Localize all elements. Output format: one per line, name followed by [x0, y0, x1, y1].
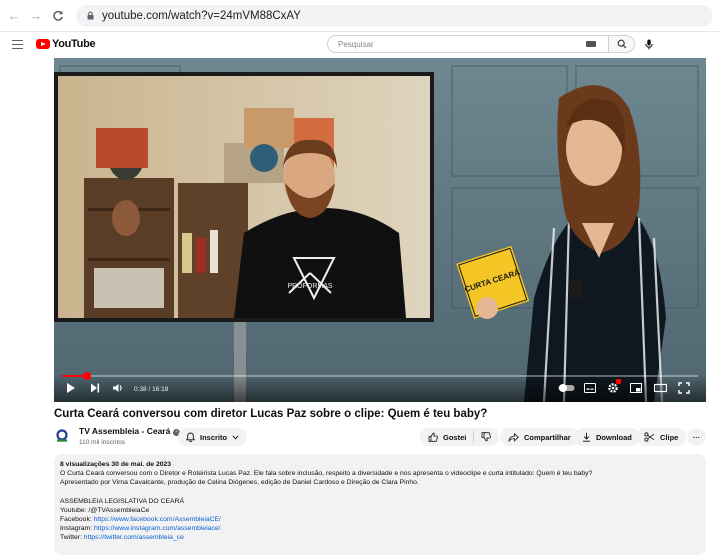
search-input[interactable]: Pesquisar — [327, 35, 609, 53]
share-label: Compartilhar — [524, 432, 571, 442]
autoplay-toggle[interactable] — [558, 382, 576, 394]
description-line: Apresentado por Virna Cavalcante, produç… — [60, 479, 419, 487]
social-link-label: Facebook: — [60, 516, 94, 524]
share-icon — [508, 432, 519, 442]
like-divider — [473, 431, 475, 443]
youtube-handle: /@TVAssembleiaCe — [88, 506, 150, 514]
volume-button[interactable] — [112, 382, 124, 394]
address-bar[interactable]: youtube.com/watch?v=24mVM88CxAY — [76, 4, 713, 27]
time-display: 0:38 / 16:18 — [134, 386, 169, 393]
search-button[interactable] — [609, 35, 635, 53]
description-line: O Curta Ceará conversou com o Diretor e … — [60, 470, 593, 478]
twitter-link[interactable]: https://twitter.com/assembleia_ce — [84, 534, 184, 541]
theater-mode-button[interactable] — [654, 382, 667, 394]
download-label: Download — [596, 432, 632, 442]
share-button[interactable]: Compartilhar — [500, 428, 579, 446]
facebook-link[interactable]: https://www.facebook.com/AssembleiaCE/ — [94, 516, 221, 523]
subscribed-button[interactable]: Inscrito — [178, 428, 248, 446]
next-icon — [91, 383, 100, 393]
channel-name[interactable]: TV Assembleia - Ceará ✓ — [79, 426, 181, 436]
social-link-row: Youtube: /@TVAssembleiaCe — [60, 506, 700, 515]
forward-arrow-icon[interactable]: → — [28, 8, 44, 24]
download-icon — [583, 432, 590, 442]
subscriber-count: 110 mil inscritos — [79, 439, 126, 446]
dislike-button[interactable] — [481, 432, 492, 442]
youtube-logo[interactable]: YouTube — [36, 38, 96, 50]
autoplay-icon — [558, 384, 575, 392]
menu-icon[interactable] — [12, 40, 23, 49]
like-button[interactable]: Gostei — [428, 432, 466, 442]
voice-search-button[interactable] — [641, 36, 657, 52]
shirt-text: PROFORMAS — [287, 283, 332, 290]
player-controls: 0:38 / 16:18 — [54, 372, 706, 402]
youtube-play-icon — [36, 39, 50, 49]
channel-avatar[interactable] — [54, 428, 70, 444]
miniplayer-icon — [630, 383, 642, 393]
channel-logo-icon — [56, 429, 68, 442]
instagram-link[interactable]: https://www.instagram.com/assembleiace/ — [94, 525, 221, 532]
video-player[interactable]: PROFORMAS CURTA CEARÁ 0:38 / 16:18 — [54, 58, 706, 402]
social-link-row: Instagram: https://www.instagram.com/ass… — [60, 524, 700, 533]
more-icon: ··· — [692, 432, 701, 442]
bell-icon — [186, 432, 195, 442]
hd-badge — [616, 379, 621, 384]
download-button[interactable]: Download — [574, 428, 640, 446]
more-actions-button[interactable]: ··· — [687, 428, 706, 446]
social-link-label: Twitter: — [60, 534, 84, 542]
lock-icon — [87, 11, 94, 20]
social-link-row: Twitter: https://twitter.com/assembleia_… — [60, 533, 700, 542]
browser-toolbar: ← → youtube.com/watch?v=24mVM88CxAY — [0, 0, 719, 32]
play-icon — [67, 383, 75, 393]
search-placeholder: Pesquisar — [338, 39, 374, 49]
reload-icon[interactable] — [50, 8, 66, 24]
keyboard-icon[interactable] — [586, 41, 596, 47]
play-button[interactable] — [66, 382, 76, 394]
subtitles-button[interactable] — [584, 382, 596, 394]
next-button[interactable] — [90, 382, 100, 394]
settings-button[interactable] — [607, 379, 621, 394]
scissors-icon — [644, 432, 655, 442]
thumbs-down-icon — [481, 432, 492, 442]
view-count-date: 8 visualizações 30 de mai. de 2023 — [60, 461, 172, 468]
search-icon — [617, 39, 626, 49]
description-box[interactable]: 8 visualizações 30 de mai. de 2023 O Cur… — [54, 454, 706, 555]
fullscreen-icon — [678, 382, 690, 394]
social-link-label: Instagram: — [60, 525, 94, 533]
url-text: youtube.com/watch?v=24mVM88CxAY — [102, 9, 301, 22]
youtube-logo-text: YouTube — [52, 38, 96, 50]
clip-label: Clipe — [660, 432, 679, 442]
video-frame: PROFORMAS CURTA CEARÁ — [54, 58, 706, 402]
thumbs-up-icon — [428, 432, 438, 442]
fullscreen-button[interactable] — [678, 382, 690, 394]
volume-icon — [113, 384, 122, 392]
chevron-down-icon — [232, 434, 239, 439]
video-title: Curta Ceará conversou com diretor Lucas … — [54, 408, 488, 420]
like-label: Gostei — [443, 432, 467, 442]
social-link-row: Facebook: https://www.facebook.com/Assem… — [60, 515, 700, 524]
subtitles-icon — [584, 383, 596, 393]
progress-bar[interactable] — [62, 372, 698, 380]
clip-button[interactable]: Clipe — [636, 428, 687, 446]
theater-icon — [654, 383, 667, 393]
subscribed-label: Inscrito — [200, 432, 228, 442]
back-arrow-icon[interactable]: ← — [6, 8, 22, 24]
social-link-label: Youtube: — [60, 506, 89, 514]
microphone-icon — [645, 39, 653, 49]
channel-name-text: TV Assembleia - Ceará — [79, 426, 171, 436]
miniplayer-button[interactable] — [630, 382, 642, 394]
progress-scrubber[interactable] — [82, 372, 91, 380]
like-dislike-group: Gostei — [420, 428, 500, 446]
organization-name: ASSEMBLEIA LEGISLATIVA DO CEARÁ — [60, 497, 185, 505]
